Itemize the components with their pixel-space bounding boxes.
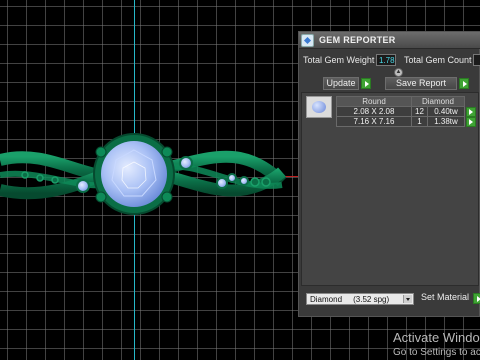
panel-titlebar[interactable]: GEM REPORTER xyxy=(299,32,480,49)
cell-size: 2.08 X 2.08 xyxy=(336,106,412,117)
table-header-row: Round Diamond xyxy=(336,96,478,107)
total-gem-weight-field[interactable]: 1.78 xyxy=(376,54,396,66)
save-report-button[interactable]: Save Report xyxy=(385,77,457,90)
set-material-play-arrow-icon[interactable] xyxy=(473,293,480,304)
collapse-arrow-icon[interactable]: ▲ xyxy=(394,68,403,77)
update-play-arrow-icon[interactable] xyxy=(361,78,371,89)
panel-title: GEM REPORTER xyxy=(319,35,396,45)
cell-count: 12 xyxy=(411,106,428,117)
material-dropdown-value: Diamond (3.52 spg) xyxy=(310,295,390,304)
gem-table: Round Diamond 2.08 X 2.08 12 0.40tw 7.16… xyxy=(336,96,478,127)
header-round: Round xyxy=(336,96,412,107)
activate-windows-subtitle: Go to Settings to activ xyxy=(393,347,480,358)
row-play-arrow-icon[interactable] xyxy=(466,116,477,127)
total-gem-count-label: Total Gem Count xyxy=(404,55,472,65)
cell-weight: 0.40tw xyxy=(427,106,465,117)
totals-row: Total Gem Weight 1.78 Total Gem Count xyxy=(303,54,480,68)
update-button[interactable]: Update xyxy=(323,77,359,90)
cell-size: 7.16 X 7.16 xyxy=(336,116,412,127)
table-row[interactable]: 2.08 X 2.08 12 0.40tw xyxy=(336,106,478,117)
center-stone xyxy=(101,141,167,207)
gem-reporter-panel: GEM REPORTER Total Gem Weight 1.78 Total… xyxy=(298,31,480,317)
material-dropdown[interactable]: Diamond (3.52 spg) xyxy=(306,293,414,305)
activate-windows-title: Activate Windo xyxy=(393,330,480,345)
cell-count: 1 xyxy=(411,116,428,127)
dropdown-caret-icon[interactable] xyxy=(403,295,412,303)
header-diamond: Diamond xyxy=(411,96,465,107)
gem-list[interactable]: Round Diamond 2.08 X 2.08 12 0.40tw 7.16… xyxy=(301,92,479,286)
diamond-thumbnail-icon[interactable] xyxy=(306,96,332,118)
total-gem-count-field[interactable] xyxy=(473,54,480,66)
row-play-arrow-icon[interactable] xyxy=(466,106,476,117)
gem-reporter-app-icon xyxy=(301,34,314,47)
save-report-play-arrow-icon[interactable] xyxy=(459,78,469,89)
set-material-button[interactable]: Set Material xyxy=(421,292,471,306)
cell-weight: 1.38tw xyxy=(427,116,465,127)
table-row[interactable]: 7.16 X 7.16 1 1.38tw xyxy=(336,116,478,127)
material-row: Diamond (3.52 spg) Set Material xyxy=(299,292,480,308)
total-gem-weight-label: Total Gem Weight xyxy=(303,55,375,65)
